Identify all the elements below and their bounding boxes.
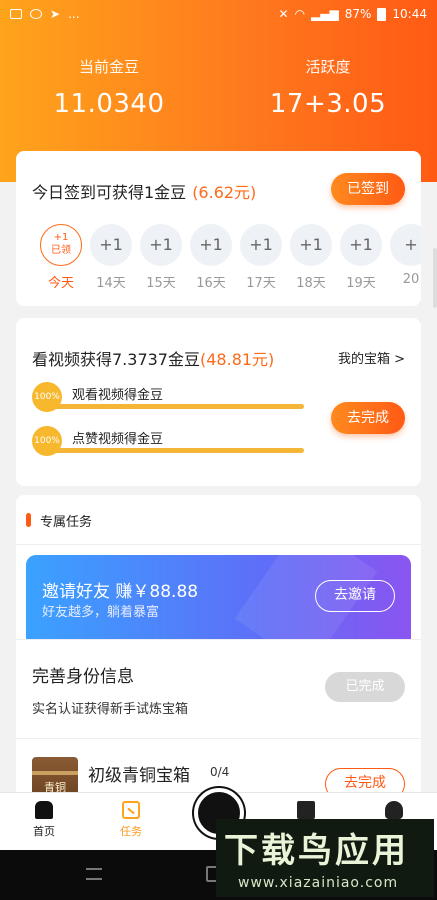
video-card: 看视频获得7.3737金豆(48.81元) 我的宝箱 > 100% 观看视频得金… bbox=[16, 318, 421, 486]
video-finish-button[interactable]: 去完成 bbox=[331, 402, 405, 434]
tab-task-label: 任务 bbox=[120, 825, 142, 838]
day-item[interactable]: +1 19天 bbox=[338, 224, 384, 291]
signal-icon: ▂▄▆ bbox=[311, 7, 339, 21]
watermark-url: www.xiazainiao.com bbox=[238, 875, 399, 891]
day-label: 18天 bbox=[296, 276, 326, 291]
coin: +1 bbox=[90, 224, 132, 266]
day-item[interactable]: +1 16天 bbox=[188, 224, 234, 291]
coin-today: +1 已领 bbox=[40, 224, 82, 266]
day-label: 19天 bbox=[346, 276, 376, 291]
progress-bar bbox=[46, 404, 304, 409]
tab-home[interactable]: 首页 bbox=[14, 801, 74, 839]
gallery-icon bbox=[10, 9, 22, 19]
profile-icon bbox=[385, 801, 403, 819]
video-title-text: 看视频获得7.3737金豆 bbox=[32, 350, 200, 369]
section-header: 专属任务 bbox=[16, 495, 421, 545]
coin: +1 bbox=[240, 224, 282, 266]
day-label: 17天 bbox=[246, 276, 276, 291]
invite-banner[interactable]: 邀请好友 赚￥88.88 好友越多，躺着暴富 去邀请 bbox=[26, 555, 411, 639]
day-item[interactable]: +1 14天 bbox=[88, 224, 134, 291]
wifi-icon: ◠ bbox=[294, 7, 306, 21]
signin-title-text: 今日签到可获得1金豆 bbox=[32, 183, 187, 202]
invite-title: 邀请好友 赚￥88.88 bbox=[42, 582, 199, 602]
day-label: 14天 bbox=[96, 276, 126, 291]
video-task-row: 100% 点赞视频得金豆 bbox=[32, 426, 304, 456]
identity-subtitle: 实名认证获得新手试炼宝箱 bbox=[32, 702, 189, 717]
coin: + bbox=[390, 224, 421, 266]
bronze-count: 0/4 bbox=[210, 765, 230, 779]
scroll-indicator[interactable] bbox=[433, 248, 437, 308]
coin: +1 bbox=[290, 224, 332, 266]
gold-label: 当前金豆 bbox=[78, 58, 139, 76]
tab-home-label: 首页 bbox=[33, 825, 55, 838]
day-item[interactable]: +1 18天 bbox=[288, 224, 334, 291]
signin-card: 今日签到可获得1金豆 (6.62元) 已签到 +1 已领 今天 +1 14天 +1… bbox=[16, 151, 421, 306]
progress-bar bbox=[46, 448, 304, 453]
identity-done-button[interactable]: 已完成 bbox=[325, 672, 405, 702]
day-item[interactable]: +1 15天 bbox=[138, 224, 184, 291]
day-label: 15天 bbox=[146, 276, 176, 291]
recent-apps-icon[interactable] bbox=[86, 868, 102, 880]
progress-percent: 100% bbox=[32, 382, 62, 412]
task-label: 点赞视频得金豆 bbox=[72, 432, 164, 447]
task-icon bbox=[122, 801, 140, 819]
day-item[interactable]: +1 17天 bbox=[238, 224, 284, 291]
status-left: ➤ ... bbox=[10, 7, 80, 21]
signin-days: +1 已领 今天 +1 14天 +1 15天 +1 16天 +1 17天 +1 … bbox=[38, 224, 421, 294]
signin-amount: (6.62元) bbox=[192, 183, 257, 202]
day-item[interactable]: + 20 bbox=[388, 224, 421, 287]
telegram-icon: ➤ bbox=[50, 7, 61, 21]
mute-icon: ✕ bbox=[278, 7, 289, 21]
chat-icon bbox=[30, 9, 42, 19]
task-label: 观看视频得金豆 bbox=[72, 388, 164, 403]
signin-title: 今日签到可获得1金豆 (6.62元) bbox=[32, 179, 256, 203]
battery-icon bbox=[377, 7, 387, 21]
coin-today-top: +1 bbox=[53, 232, 69, 243]
activity-value: 17+3.05 bbox=[269, 89, 387, 119]
coin-today-bottom: 已领 bbox=[51, 245, 71, 256]
section-title: 专属任务 bbox=[40, 515, 93, 530]
clock: 10:44 bbox=[392, 7, 427, 21]
bronze-chest-icon: 青铜 bbox=[32, 757, 78, 797]
invite-button[interactable]: 去邀请 bbox=[315, 580, 395, 612]
watermark-logo: 下载鸟应用 www.xiazainiao.com bbox=[216, 819, 434, 897]
section-marker bbox=[26, 513, 31, 527]
invite-subtitle: 好友越多，躺着暴富 bbox=[42, 605, 160, 620]
home-icon bbox=[35, 801, 53, 819]
day-label: 今天 bbox=[47, 276, 74, 291]
day-label: 16天 bbox=[196, 276, 226, 291]
signed-button[interactable]: 已签到 bbox=[331, 173, 405, 205]
video-task-row: 100% 观看视频得金豆 bbox=[32, 382, 304, 412]
video-amount: (48.81元) bbox=[200, 350, 275, 369]
identity-task: 完善身份信息 实名认证获得新手试炼宝箱 已完成 bbox=[16, 639, 421, 739]
tab-task[interactable]: 任务 bbox=[101, 801, 161, 839]
coin: +1 bbox=[140, 224, 182, 266]
battery-percent: 87% bbox=[344, 7, 372, 21]
coin: +1 bbox=[340, 224, 382, 266]
progress-percent: 100% bbox=[32, 426, 62, 456]
bronze-title: 初级青铜宝箱 bbox=[88, 766, 190, 786]
video-title: 看视频获得7.3737金豆(48.81元) bbox=[32, 346, 274, 370]
exclusive-tasks-card: 专属任务 邀请好友 赚￥88.88 好友越多，躺着暴富 去邀请 完善身份信息 实… bbox=[16, 495, 421, 815]
status-right: ✕ ◠ ▂▄▆ 87% 10:44 bbox=[279, 7, 428, 21]
day-label: 20 bbox=[402, 272, 420, 287]
watermark-title: 下载鸟应用 bbox=[224, 831, 409, 871]
gold-value: 11.0340 bbox=[53, 89, 165, 119]
activity-label: 活跃度 bbox=[305, 58, 351, 76]
more-icon: ... bbox=[68, 7, 80, 21]
edit-icon bbox=[297, 801, 315, 819]
activity-stat: 活跃度 17+3.05 bbox=[219, 56, 437, 119]
status-bar: ➤ ... ✕ ◠ ▂▄▆ 87% 10:44 bbox=[0, 0, 437, 28]
identity-title: 完善身份信息 bbox=[32, 667, 134, 687]
my-treasure-link[interactable]: 我的宝箱 > bbox=[338, 348, 405, 367]
app-screen: ➤ ... ✕ ◠ ▂▄▆ 87% 10:44 当前金豆 11.0340 活跃度… bbox=[0, 0, 437, 900]
gold-stat: 当前金豆 11.0340 bbox=[0, 56, 218, 119]
coin: +1 bbox=[190, 224, 232, 266]
day-item-today[interactable]: +1 已领 今天 bbox=[38, 224, 84, 291]
